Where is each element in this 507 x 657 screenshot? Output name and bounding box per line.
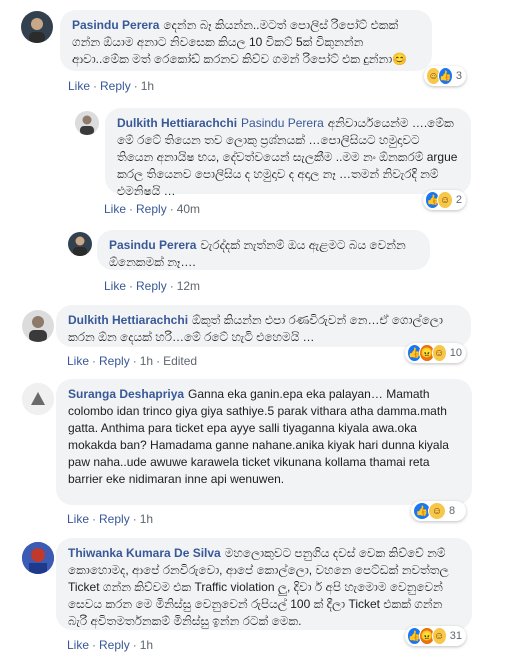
- like-link[interactable]: Like: [68, 79, 90, 93]
- avatar[interactable]: [22, 542, 54, 574]
- avatar[interactable]: [22, 310, 54, 342]
- comment-author[interactable]: Pasindu Perera: [72, 18, 159, 32]
- like-link[interactable]: Like: [67, 354, 89, 368]
- reaction-count: 3: [455, 70, 462, 82]
- reply-link[interactable]: Reply: [99, 638, 130, 652]
- timestamp[interactable]: 1h: [140, 512, 153, 526]
- comment-actions: Like · Reply · 12m: [104, 279, 201, 293]
- haha-icon: ☺: [431, 627, 447, 645]
- timestamp[interactable]: 1h: [141, 79, 154, 93]
- reply-link[interactable]: Reply: [136, 279, 167, 293]
- comment-actions: Like · Reply · 1h · Edited: [67, 354, 198, 368]
- like-link[interactable]: Like: [104, 202, 126, 216]
- comment-bubble: Dulkith Hettiarachchi ඕකුත් කියන්න එපා රණ…: [56, 305, 471, 347]
- comment-bubble: Suranga Deshapriya Ganna eka ganin.epa ek…: [56, 379, 472, 505]
- reaction-count: 8: [449, 505, 456, 517]
- reaction-summary[interactable]: 👍 😠 ☺ 31: [405, 626, 466, 646]
- comment-author[interactable]: Thiwanka Kumara De Silva: [68, 546, 221, 560]
- reply-link[interactable]: Reply: [99, 512, 130, 526]
- timestamp[interactable]: 40m: [177, 202, 200, 216]
- comment-bubble: Dulkith Hettiarachchi Pasindu Perera අනිවා…: [105, 108, 471, 198]
- reaction-count: 10: [449, 347, 462, 359]
- like-link[interactable]: Like: [104, 279, 126, 293]
- timestamp[interactable]: 1h: [140, 638, 153, 652]
- comment-actions: Like · Reply · 1h: [67, 638, 154, 652]
- reaction-summary[interactable]: 👍 😠 ☺ 10: [405, 343, 466, 363]
- comment-actions: Like · Reply · 40m: [104, 202, 201, 216]
- avatar[interactable]: [68, 232, 92, 256]
- mention-link[interactable]: Pasindu Perera: [241, 116, 324, 130]
- reply-link[interactable]: Reply: [99, 354, 130, 368]
- reaction-summary[interactable]: 👍 ☺ 8: [411, 501, 466, 521]
- comment-bubble: Pasindu Perera දෙන්න බෑ කියන්න..මටත් පොලි…: [60, 10, 432, 71]
- like-link[interactable]: Like: [67, 512, 89, 526]
- reply-link[interactable]: Reply: [136, 202, 167, 216]
- comment-text: Ganna eka ganin.epa eka palayan… Mamath …: [68, 387, 449, 486]
- reaction-count: 31: [449, 630, 462, 642]
- reply-link[interactable]: Reply: [100, 79, 131, 93]
- reaction-count: 2: [455, 194, 462, 206]
- comment-author[interactable]: Dulkith Hettiarachchi: [117, 116, 237, 130]
- like-icon: 👍: [437, 67, 453, 85]
- comment-actions: Like · Reply · 1h: [68, 79, 155, 93]
- comment-author[interactable]: Suranga Deshapriya: [68, 387, 184, 401]
- comment-author[interactable]: Dulkith Hettiarachchi: [68, 313, 188, 327]
- like-link[interactable]: Like: [67, 638, 89, 652]
- timestamp[interactable]: 1h: [140, 354, 153, 368]
- reaction-summary[interactable]: ☺ 👍 3: [424, 66, 466, 86]
- edited-label[interactable]: Edited: [163, 354, 197, 368]
- comment-author[interactable]: Pasindu Perera: [109, 238, 196, 252]
- timestamp[interactable]: 12m: [177, 279, 200, 293]
- haha-icon: ☺: [428, 502, 446, 520]
- reaction-summary[interactable]: 👍 ☺ 2: [423, 190, 466, 210]
- haha-icon: ☺: [437, 191, 453, 209]
- haha-icon: ☺: [431, 344, 447, 362]
- avatar[interactable]: [22, 383, 54, 415]
- avatar[interactable]: [75, 111, 99, 135]
- comment-bubble: Thiwanka Kumara De Silva මහලොකුවට පනුගිය …: [56, 538, 472, 630]
- comment-bubble: Pasindu Perera වැරද්දක් නැත්නම් ඔය ඇළමට බ…: [97, 230, 430, 270]
- avatar[interactable]: [21, 11, 53, 43]
- comment-actions: Like · Reply · 1h: [67, 512, 154, 526]
